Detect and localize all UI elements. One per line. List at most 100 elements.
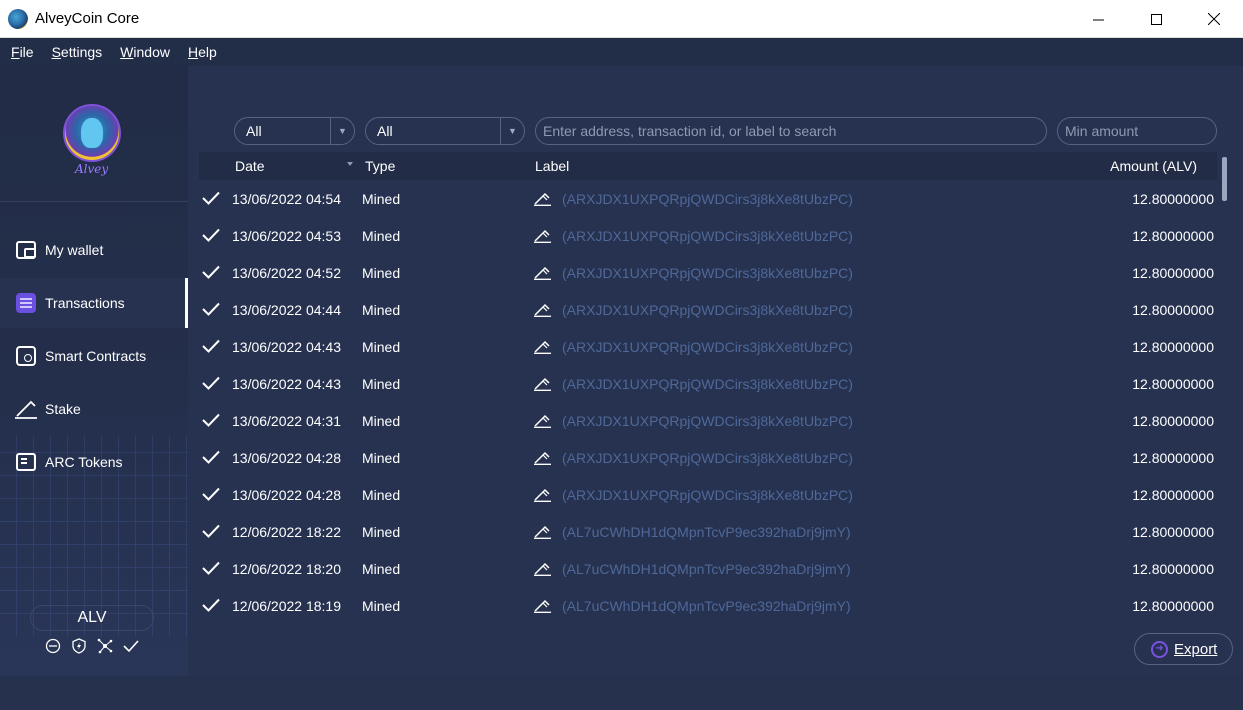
table-row[interactable]: 12/06/2022 18:20 Mined (AL7uCWhDH1dQMpnTcv… bbox=[199, 550, 1217, 587]
transactions-panel: All ▼ All ▼ Enter address, transaction i… bbox=[188, 66, 1243, 676]
date-filter-select[interactable]: All ▼ bbox=[234, 117, 355, 145]
confirmed-check-icon bbox=[202, 561, 220, 575]
table-row[interactable]: 12/06/2022 18:19 Mined (AL7uCWhDH1dQMpnTcv… bbox=[199, 587, 1217, 624]
maximize-button[interactable] bbox=[1127, 0, 1185, 38]
window-controls bbox=[1069, 0, 1243, 38]
app-logo-icon bbox=[8, 8, 28, 29]
maximize-icon bbox=[1150, 13, 1162, 25]
row-date: 12/06/2022 18:19 bbox=[232, 598, 341, 614]
mined-icon bbox=[534, 266, 551, 280]
table-row[interactable]: 13/06/2022 04:43 Mined (ARXJDX1UXPQRpjQWDC… bbox=[199, 328, 1217, 365]
network-icon[interactable] bbox=[97, 638, 113, 654]
confirmed-check-icon bbox=[202, 228, 220, 242]
date-filter-value: All bbox=[246, 123, 262, 139]
sidebar: Alvey My wallet Transactions Smart Contr… bbox=[0, 66, 188, 676]
min-amount-input[interactable]: Min amount bbox=[1057, 117, 1217, 145]
table-row[interactable]: 13/06/2022 04:28 Mined (ARXJDX1UXPQRpjQWDC… bbox=[199, 439, 1217, 476]
column-date[interactable]: Date bbox=[235, 158, 265, 174]
row-amount: 12.80000000 bbox=[1132, 450, 1214, 466]
smart-contracts-icon bbox=[15, 345, 37, 367]
search-placeholder: Enter address, transaction id, or label … bbox=[543, 123, 837, 139]
chevron-down-icon: ▼ bbox=[330, 118, 354, 144]
row-amount: 12.80000000 bbox=[1132, 413, 1214, 429]
column-type[interactable]: Type bbox=[365, 158, 395, 174]
sidebar-item-stake[interactable]: Stake bbox=[0, 384, 188, 434]
menu-settings[interactable]: Settings bbox=[52, 44, 103, 60]
mined-icon bbox=[534, 488, 551, 502]
table-row[interactable]: 13/06/2022 04:31 Mined (ARXJDX1UXPQRpjQWDC… bbox=[199, 402, 1217, 439]
confirmed-check-icon bbox=[202, 450, 220, 464]
row-label: (AL7uCWhDH1dQMpnTcvP9ec392haDrj9jmY) bbox=[562, 524, 851, 540]
row-date: 13/06/2022 04:54 bbox=[232, 191, 341, 207]
row-type: Mined bbox=[362, 450, 401, 466]
row-type: Mined bbox=[362, 265, 401, 281]
synced-check-icon[interactable] bbox=[123, 638, 139, 654]
search-input[interactable]: Enter address, transaction id, or label … bbox=[535, 117, 1047, 145]
sidebar-item-label: Smart Contracts bbox=[45, 348, 147, 364]
row-date: 13/06/2022 04:43 bbox=[232, 376, 341, 392]
table-row[interactable]: 13/06/2022 04:53 Mined (ARXJDX1UXPQRpjQWDC… bbox=[199, 217, 1217, 254]
transactions-icon bbox=[15, 292, 37, 314]
confirmed-check-icon bbox=[202, 191, 220, 205]
sidebar-item-label: Transactions bbox=[45, 295, 125, 311]
table-header: Date Type Label Amount (ALV) bbox=[199, 152, 1217, 180]
row-type: Mined bbox=[362, 487, 401, 503]
mined-icon bbox=[534, 377, 551, 391]
confirmed-check-icon bbox=[202, 339, 220, 353]
table-row[interactable]: 13/06/2022 04:43 Mined (ARXJDX1UXPQRpjQWDC… bbox=[199, 365, 1217, 402]
row-type: Mined bbox=[362, 598, 401, 614]
arc-tokens-icon bbox=[15, 451, 37, 473]
table-row[interactable]: 13/06/2022 04:54 Mined (ARXJDX1UXPQRpjQWDC… bbox=[199, 180, 1217, 217]
sidebar-item-smart-contracts[interactable]: Smart Contracts bbox=[0, 331, 188, 381]
row-type: Mined bbox=[362, 339, 401, 355]
row-label: (ARXJDX1UXPQRpjQWDCirs3j8kXe8tUbzPC) bbox=[562, 228, 853, 244]
table-row[interactable]: 13/06/2022 04:52 Mined (ARXJDX1UXPQRpjQWDC… bbox=[199, 254, 1217, 291]
type-filter-select[interactable]: All ▼ bbox=[365, 117, 525, 145]
close-button[interactable] bbox=[1185, 0, 1243, 38]
unit-selector[interactable]: ALV bbox=[30, 605, 154, 631]
mined-icon bbox=[534, 303, 551, 317]
sidebar-item-label: Stake bbox=[45, 401, 81, 417]
row-amount: 12.80000000 bbox=[1132, 302, 1214, 318]
row-label: (AL7uCWhDH1dQMpnTcvP9ec392haDrj9jmY) bbox=[562, 561, 851, 577]
hd-disabled-icon[interactable] bbox=[45, 638, 61, 654]
minimize-icon bbox=[1092, 19, 1104, 20]
sidebar-item-transactions[interactable]: Transactions bbox=[0, 278, 188, 328]
scrollbar-thumb[interactable] bbox=[1222, 157, 1227, 201]
sidebar-item-my-wallet[interactable]: My wallet bbox=[0, 225, 188, 275]
sidebar-item-arc-tokens[interactable]: ARC Tokens bbox=[0, 437, 188, 487]
confirmed-check-icon bbox=[202, 524, 220, 538]
row-label: (ARXJDX1UXPQRpjQWDCirs3j8kXe8tUbzPC) bbox=[562, 450, 853, 466]
menu-help[interactable]: Help bbox=[188, 44, 217, 60]
menu-window[interactable]: Window bbox=[120, 44, 170, 60]
stake-icon bbox=[15, 398, 37, 420]
mined-icon bbox=[534, 562, 551, 576]
row-label: (ARXJDX1UXPQRpjQWDCirs3j8kXe8tUbzPC) bbox=[562, 191, 853, 207]
type-filter-value: All bbox=[377, 123, 393, 139]
row-label: (ARXJDX1UXPQRpjQWDCirs3j8kXe8tUbzPC) bbox=[562, 487, 853, 503]
menu-file[interactable]: File bbox=[11, 44, 34, 60]
table-row[interactable]: 13/06/2022 04:28 Mined (ARXJDX1UXPQRpjQWDC… bbox=[199, 476, 1217, 513]
export-label: Export bbox=[1174, 640, 1218, 658]
sort-descending-icon bbox=[347, 162, 353, 166]
table-row[interactable]: 12/06/2022 18:22 Mined (AL7uCWhDH1dQMpnTcv… bbox=[199, 513, 1217, 550]
confirmed-check-icon bbox=[202, 487, 220, 501]
mined-icon bbox=[534, 525, 551, 539]
staking-icon[interactable] bbox=[71, 638, 87, 654]
mined-icon bbox=[534, 451, 551, 465]
status-icons bbox=[45, 638, 139, 654]
column-label[interactable]: Label bbox=[535, 158, 569, 174]
export-button[interactable]: ➜ Export bbox=[1134, 633, 1233, 665]
row-label: (AL7uCWhDH1dQMpnTcvP9ec392haDrj9jmY) bbox=[562, 598, 851, 614]
row-date: 13/06/2022 04:53 bbox=[232, 228, 341, 244]
row-date: 13/06/2022 04:28 bbox=[232, 450, 341, 466]
row-date: 13/06/2022 04:31 bbox=[232, 413, 341, 429]
column-amount[interactable]: Amount (ALV) bbox=[1110, 158, 1197, 174]
row-amount: 12.80000000 bbox=[1132, 524, 1214, 540]
sidebar-item-label: My wallet bbox=[45, 242, 104, 258]
row-label: (ARXJDX1UXPQRpjQWDCirs3j8kXe8tUbzPC) bbox=[562, 302, 853, 318]
table-row[interactable]: 13/06/2022 04:44 Mined (ARXJDX1UXPQRpjQWDC… bbox=[199, 291, 1217, 328]
row-type: Mined bbox=[362, 524, 401, 540]
row-amount: 12.80000000 bbox=[1132, 487, 1214, 503]
minimize-button[interactable] bbox=[1069, 0, 1127, 38]
